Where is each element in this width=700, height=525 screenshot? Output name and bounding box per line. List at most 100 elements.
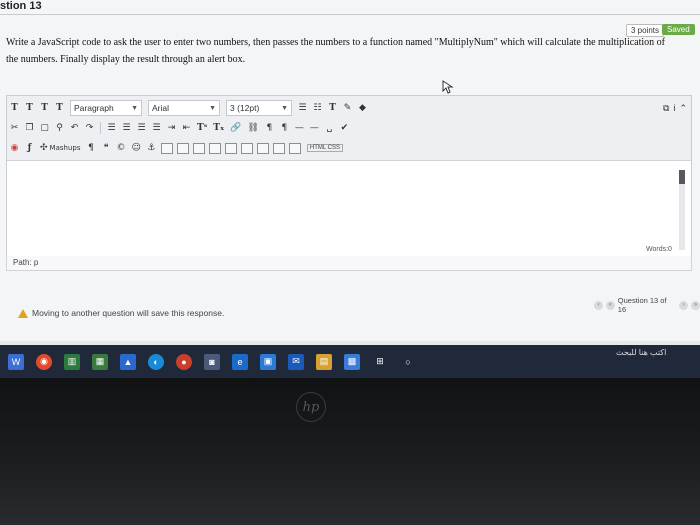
anchor-icon[interactable]: ⚓ bbox=[146, 141, 157, 155]
quote-icon[interactable]: ❝ bbox=[101, 141, 112, 155]
emoticon-icon[interactable]: ☺ bbox=[131, 141, 142, 155]
table-merge-icon[interactable] bbox=[224, 142, 237, 154]
question-counter: Question 13 of 16 bbox=[617, 296, 667, 314]
excel-icon[interactable]: ▦ bbox=[92, 353, 108, 370]
pen-icon[interactable]: ✎ bbox=[342, 101, 353, 115]
table-props-icon[interactable] bbox=[272, 142, 285, 154]
paragraph-select[interactable]: Paragraph ▼ bbox=[70, 100, 142, 116]
word-app-icon[interactable]: W bbox=[8, 353, 24, 370]
editor-scrollbar[interactable] bbox=[679, 170, 685, 250]
drive-icon[interactable]: ▲ bbox=[120, 353, 136, 370]
next-question-button[interactable]: › bbox=[679, 300, 689, 310]
editor-content-area[interactable] bbox=[7, 161, 691, 256]
taskbar-search-input[interactable]: اكتب هنا للبحث bbox=[616, 348, 666, 357]
table-split-icon[interactable] bbox=[240, 142, 253, 154]
align-left-icon[interactable]: ☰ bbox=[106, 121, 117, 135]
copyright-icon[interactable]: © bbox=[116, 141, 127, 155]
formula-icon[interactable]: ƒ bbox=[24, 141, 35, 155]
toolbar-row-1: T T T T Paragraph ▼ Arial ▼ 3 (12pt) ▼ ☰ ☷ … bbox=[7, 98, 370, 118]
editor-toolbar: T T T T Paragraph ▼ Arial ▼ 3 (12pt) ▼ ☰ ☷ … bbox=[7, 96, 691, 161]
ltr-icon[interactable]: ¶ bbox=[264, 121, 275, 135]
find-icon[interactable]: ⚲ bbox=[54, 121, 65, 135]
collapse-toolbar-icon[interactable]: ⌃ bbox=[679, 103, 687, 114]
bullet-list-icon[interactable]: ☰ bbox=[297, 101, 308, 115]
last-question-button[interactable]: » bbox=[691, 300, 700, 310]
italic-toggle-icon[interactable]: i bbox=[673, 103, 675, 114]
mail-icon[interactable]: ✉ bbox=[288, 353, 304, 370]
windows-taskbar: W ◉ ▥ ▦ ▲ ◐ ● ◙ e ▣ ✉ ▤ ▩ ⊞ ○ bbox=[0, 345, 700, 378]
html-css-button[interactable]: HTML CSS bbox=[306, 144, 344, 152]
paragraph-select-value: Paragraph bbox=[74, 103, 114, 113]
table-delete-icon[interactable] bbox=[256, 142, 269, 154]
rtl-icon[interactable]: ¶ bbox=[279, 121, 290, 135]
header-divider bbox=[0, 14, 700, 15]
camera-icon[interactable]: ◙ bbox=[204, 353, 220, 370]
horizontal-rule-icon[interactable]: — bbox=[294, 121, 305, 135]
record-icon[interactable]: ◉ bbox=[9, 141, 20, 155]
align-center-icon[interactable]: ☰ bbox=[121, 121, 132, 135]
app-icon[interactable]: ▥ bbox=[64, 353, 80, 370]
table-cell-icon[interactable] bbox=[208, 142, 221, 154]
laptop-bezel bbox=[0, 378, 700, 525]
question-navigation: ‹ « Question 13 of 16 › » bbox=[594, 296, 700, 314]
mashups-button[interactable]: ✣ Mashups bbox=[39, 141, 82, 155]
warning-icon bbox=[18, 308, 28, 318]
subscript-icon[interactable]: Tₓ bbox=[212, 121, 225, 135]
text-format-button-4[interactable]: T bbox=[54, 101, 65, 115]
highlight-icon[interactable]: ◆ bbox=[357, 101, 368, 115]
browser-screen: stion 13 3 points Saved Write a JavaScri… bbox=[0, 0, 700, 378]
text-format-button-3[interactable]: T bbox=[39, 101, 50, 115]
warning-text: Moving to another question will save thi… bbox=[32, 308, 225, 318]
insert-line-icon[interactable]: — bbox=[309, 121, 320, 135]
link-icon[interactable]: 🔗 bbox=[229, 121, 242, 135]
undo-icon[interactable]: ↶ bbox=[69, 121, 80, 135]
table-column-icon[interactable] bbox=[192, 142, 205, 154]
font-family-select[interactable]: Arial ▼ bbox=[148, 100, 220, 116]
text-color-icon[interactable]: T bbox=[327, 101, 338, 115]
edge-icon[interactable]: ◐ bbox=[148, 353, 164, 370]
copy-icon[interactable]: ❐ bbox=[24, 121, 35, 135]
font-size-select[interactable]: 3 (12pt) ▼ bbox=[226, 100, 292, 116]
text-format-button-1[interactable]: T bbox=[9, 101, 20, 115]
table-icon[interactable] bbox=[160, 142, 173, 154]
fullscreen-icon[interactable] bbox=[288, 142, 301, 154]
outdent-icon[interactable]: ⇤ bbox=[181, 121, 192, 135]
superscript-icon[interactable]: Tˢ bbox=[196, 121, 208, 135]
nonbreaking-space-icon[interactable]: ␣ bbox=[324, 121, 335, 135]
folder-icon[interactable]: ▤ bbox=[316, 353, 332, 370]
word-count: Words:0 bbox=[646, 246, 672, 253]
hp-logo: hp bbox=[296, 392, 326, 422]
font-family-value: Arial bbox=[152, 103, 170, 113]
photos-icon[interactable]: ▩ bbox=[344, 353, 360, 370]
spellcheck-icon[interactable]: ✔ bbox=[339, 121, 350, 135]
task-view-icon[interactable]: ⊞ bbox=[372, 354, 388, 370]
redo-icon[interactable]: ↷ bbox=[84, 121, 95, 135]
first-question-button[interactable]: « bbox=[605, 300, 615, 310]
saved-badge: Saved bbox=[662, 24, 695, 35]
rich-text-editor[interactable]: T T T T Paragraph ▼ Arial ▼ 3 (12pt) ▼ ☰ ☷ … bbox=[6, 95, 692, 257]
toolbar-row-3: ◉ ƒ ✣ Mashups ¶ ❝ © ☺ ⚓ HTML CSS bbox=[7, 138, 344, 158]
chrome-icon[interactable]: ◉ bbox=[36, 353, 52, 370]
editor-path-bar: Path: p bbox=[6, 256, 692, 271]
preview-icon[interactable]: ⧉ bbox=[663, 103, 669, 114]
question-title: stion 13 bbox=[0, 0, 42, 12]
cut-icon[interactable]: ✂ bbox=[9, 121, 20, 135]
ie-icon[interactable]: e bbox=[232, 353, 248, 370]
text-format-button-2[interactable]: T bbox=[24, 101, 35, 115]
table-row-icon[interactable] bbox=[176, 142, 189, 154]
store-icon[interactable]: ▣ bbox=[260, 353, 276, 370]
cortana-icon[interactable]: ○ bbox=[400, 354, 416, 370]
paragraph-mark-icon[interactable]: ¶ bbox=[86, 141, 97, 155]
chevron-down-icon: ▼ bbox=[209, 104, 216, 112]
media-icon[interactable]: ● bbox=[176, 353, 192, 370]
scrollbar-thumb[interactable] bbox=[679, 170, 685, 184]
align-justify-icon[interactable]: ☰ bbox=[151, 121, 162, 135]
numbered-list-icon[interactable]: ☷ bbox=[312, 101, 323, 115]
previous-question-button[interactable]: ‹ bbox=[594, 300, 603, 310]
indent-icon[interactable]: ⇥ bbox=[166, 121, 177, 135]
paste-icon[interactable]: ▢ bbox=[39, 121, 50, 135]
align-right-icon[interactable]: ☰ bbox=[136, 121, 147, 135]
unlink-icon[interactable]: ⛓ bbox=[246, 121, 259, 135]
toolbar-right-controls: ⧉ i ⌃ bbox=[663, 103, 687, 114]
toolbar-divider bbox=[100, 122, 101, 134]
